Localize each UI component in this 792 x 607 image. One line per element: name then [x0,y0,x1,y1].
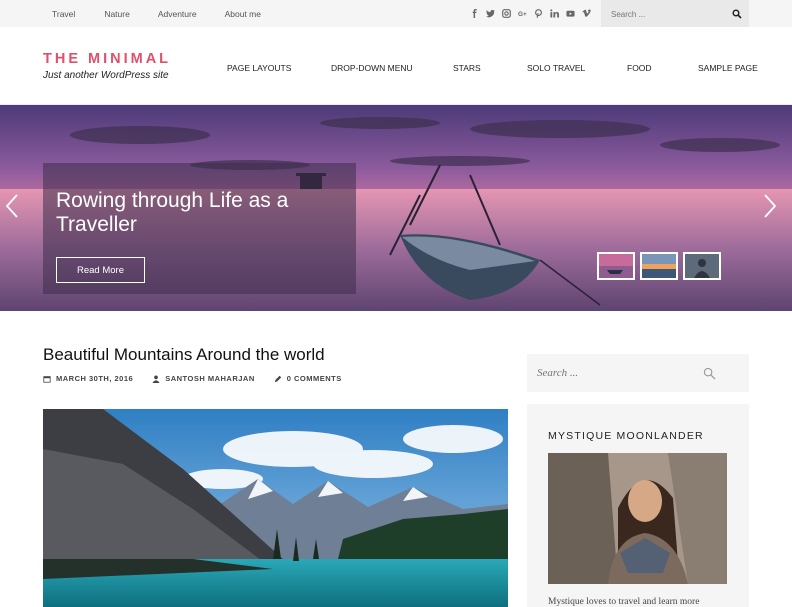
post-date-text[interactable]: MARCH 30TH, 2016 [56,374,133,383]
pinterest-icon[interactable] [530,6,546,20]
post-comments-text[interactable]: 0 COMMENTS [287,374,342,383]
hero-slider: Rowing through Life as a Traveller Read … [0,105,792,311]
google-plus-icon[interactable]: G+ [514,6,530,20]
top-link-nature[interactable]: Nature [104,9,130,19]
nav-item-drop-down-menu[interactable]: DROP-DOWN MENU [331,63,413,73]
social-icons: G+ [466,6,594,20]
post-title[interactable]: Beautiful Mountains Around the world [43,345,325,365]
slide-title[interactable]: Rowing through Life as a Traveller [56,189,346,237]
slider-thumbnails [597,252,721,280]
top-link-adventure[interactable]: Adventure [158,9,197,19]
top-link-about-me[interactable]: About me [225,9,261,19]
search-icon[interactable] [703,367,716,380]
slider-thumb-2[interactable] [640,252,678,280]
slider-thumb-1[interactable] [597,252,635,280]
nav-item-sample-page[interactable]: SAMPLE PAGE [698,63,758,73]
facebook-icon[interactable] [466,6,482,20]
sidebar-search-input[interactable] [537,365,697,381]
slide-caption: Rowing through Life as a Traveller Read … [43,163,356,294]
nav-item-solo-travel[interactable]: SOLO TRAVEL [527,63,585,73]
user-icon [152,375,160,383]
top-search [601,0,749,27]
pencil-icon [274,375,281,382]
slider-prev-arrow-icon[interactable] [5,193,19,219]
top-link-travel[interactable]: Travel [52,9,75,19]
twitter-icon[interactable] [482,6,498,20]
site-header: THE MINIMAL Just another WordPress site … [0,27,792,105]
post-meta: MARCH 30TH, 2016 SANTOSH MAHARJAN 0 COMM… [43,374,361,383]
author-bio: Mystique loves to travel and learn more [548,597,700,607]
top-links: Travel Nature Adventure About me [52,0,261,27]
top-search-input[interactable] [611,7,721,21]
post-date: MARCH 30TH, 2016 [43,374,133,383]
instagram-icon[interactable] [498,6,514,20]
post-author: SANTOSH MAHARJAN [152,374,255,383]
svg-text:G+: G+ [518,11,527,18]
vimeo-icon[interactable] [578,6,594,20]
post-comments: 0 COMMENTS [274,374,342,383]
post-author-text[interactable]: SANTOSH MAHARJAN [165,374,255,383]
youtube-icon[interactable] [562,6,578,20]
author-photo [548,453,727,584]
author-widget: MYSTIQUE MOONLANDER Mystique loves to tr… [527,404,749,607]
slider-thumb-3[interactable] [683,252,721,280]
slider-next-arrow-icon[interactable] [763,193,777,219]
read-more-button[interactable]: Read More [56,257,145,283]
widget-title: MYSTIQUE MOONLANDER [548,430,704,442]
search-icon[interactable] [732,9,742,19]
nav-item-page-layouts[interactable]: PAGE LAYOUTS [227,63,291,73]
main-nav: PAGE LAYOUTS DROP-DOWN MENU STARS SOLO T… [0,63,792,75]
top-bar: Travel Nature Adventure About me G+ [0,0,792,27]
calendar-icon [43,375,51,383]
sidebar-search [527,354,749,392]
post-featured-image[interactable] [43,409,508,607]
nav-item-food[interactable]: FOOD [627,63,652,73]
linkedin-icon[interactable] [546,6,562,20]
nav-item-stars[interactable]: STARS [453,63,481,73]
